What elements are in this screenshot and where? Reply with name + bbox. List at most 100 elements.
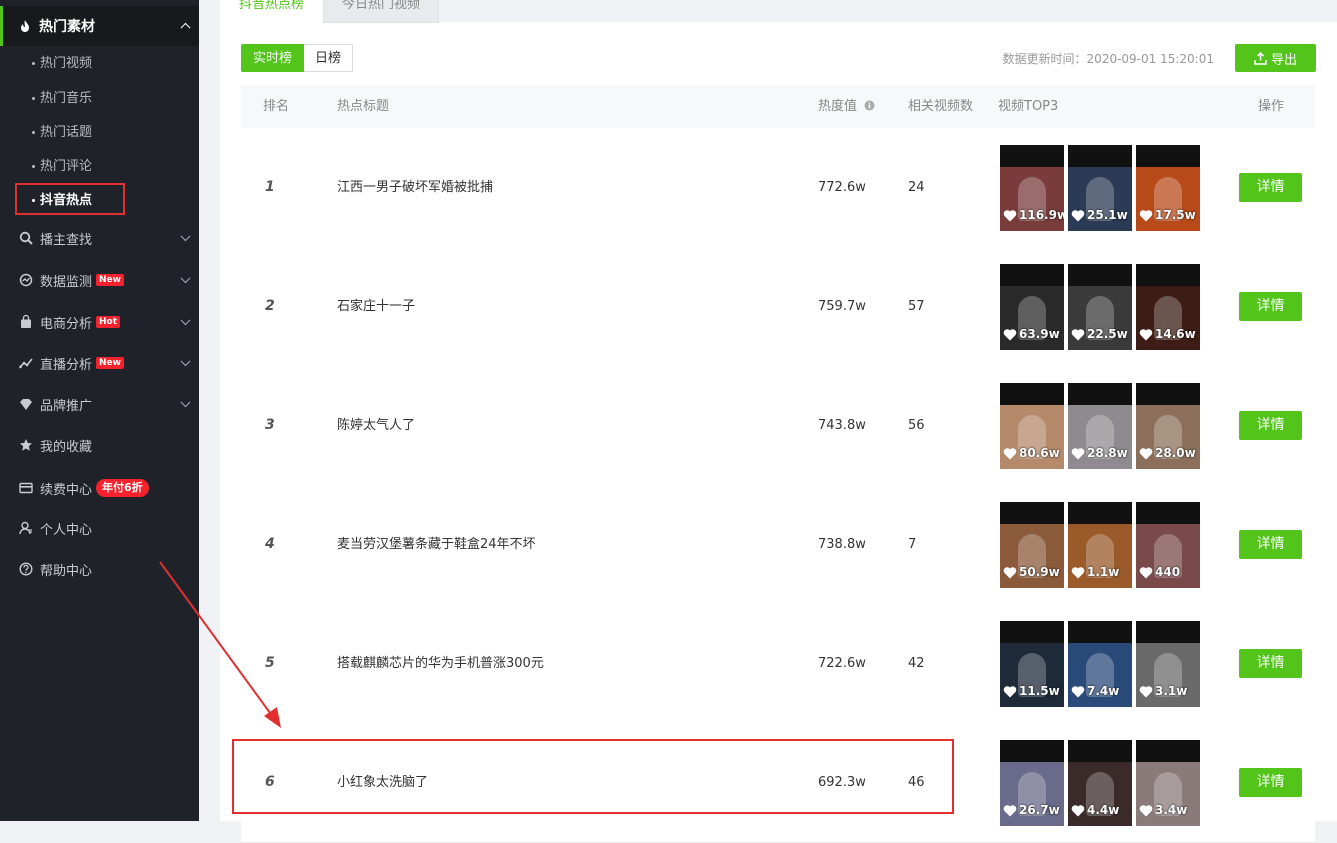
detail-button[interactable]: 详情 [1239,768,1302,797]
video-thumbnail[interactable]: 3.1w [1136,621,1200,707]
hot-topic-title[interactable]: 麦当劳汉堡薯条藏于鞋盒24年不坏 [337,485,536,604]
video-thumbnail[interactable]: 3.4w [1136,740,1200,826]
chevron-down-icon [180,273,191,284]
video-likes: 3.1w [1139,684,1187,698]
detail-button[interactable]: 详情 [1239,530,1302,559]
realtime-ranking-button[interactable]: 实时榜 [241,44,305,72]
menu-item-renewal-center[interactable]: 续费中心 年付6折 [0,473,199,503]
hot-topic-title[interactable]: 江西一男子破坏军婚被批捕 [337,128,493,247]
detail-button[interactable]: 详情 [1239,173,1302,202]
thumbnail-caption-band [1000,621,1064,643]
chevron-down-icon [180,315,191,326]
menu-item-label: 直播分析 [40,357,93,373]
video-thumbnail[interactable]: 1.1w [1068,502,1132,588]
thumbnail-caption-band [1136,264,1200,286]
video-likes: 28.8w [1071,446,1128,460]
header-video-top3: 视频TOP3 [998,99,1059,114]
video-thumbnail[interactable]: 26.7w [1000,740,1064,826]
video-likes: 440 [1139,565,1180,579]
ranking-switch: 实时榜 日榜 [241,44,354,72]
video-thumbnail[interactable]: 440 [1136,502,1200,588]
heart-icon [1003,328,1017,340]
video-likes: 4.4w [1071,803,1119,817]
sub-item-hot-music[interactable]: 热门音乐 [32,89,92,109]
sub-item-hot-videos[interactable]: 热门视频 [32,54,92,74]
video-likes: 116.9w [1003,208,1064,222]
video-thumbnail[interactable]: 4.4w [1068,740,1132,826]
heat-value: 772.6w [818,180,866,195]
thumbnail-caption-band [1000,740,1064,762]
video-likes: 7.4w [1071,684,1119,698]
video-top3: 116.9w 25.1w 17.5w [1000,145,1204,231]
menu-item-brand-promotion[interactable]: 品牌推广 [0,389,199,419]
tab-douyin-hot-ranking[interactable]: 抖音热点榜 [220,0,324,23]
detail-button[interactable]: 详情 [1239,411,1302,440]
help-icon [18,561,34,577]
heart-icon [1071,328,1085,340]
video-thumbnail[interactable]: 25.1w [1068,145,1132,231]
video-thumbnail[interactable]: 80.6w [1000,383,1064,469]
video-likes: 3.4w [1139,803,1187,817]
star-icon [18,437,34,453]
menu-item-ecommerce[interactable]: 电商分析 Hot [0,307,199,337]
header-heat: 热度值 [818,85,875,128]
table-header: 排名 热点标题 热度值 相关视频数 视频TOP3 操作 [241,85,1315,129]
video-thumbnail[interactable]: 63.9w [1000,264,1064,350]
menu-item-creator-search[interactable]: 播主查找 [0,223,199,253]
sub-item-hot-topics[interactable]: 热门话题 [32,123,92,143]
heart-icon [1071,447,1085,459]
menu-item-personal-center[interactable]: 个人中心 [0,513,199,543]
heart-icon [1071,566,1085,578]
thumbnail-caption-band [1000,145,1064,167]
heart-icon [1003,209,1017,221]
thumbnail-caption-band [1068,145,1132,167]
heat-value: 738.8w [818,537,866,552]
video-thumbnail[interactable]: 28.8w [1068,383,1132,469]
heart-icon [1139,447,1153,459]
menu-item-label: 品牌推广 [40,398,93,414]
video-thumbnail[interactable]: 7.4w [1068,621,1132,707]
table-row: 5 搭载麒麟芯片的华为手机普涨300元 722.6w 42 11.5w 7.4w… [241,604,1315,724]
video-count: 7 [908,537,917,552]
sub-item-label: 热门评论 [40,159,93,174]
sub-item-hot-comments[interactable]: 热门评论 [32,157,92,177]
thumbnail-caption-band [1068,740,1132,762]
video-likes: 11.5w [1003,684,1060,698]
rank-number: 3 [265,417,275,433]
video-thumbnail[interactable]: 50.9w [1000,502,1064,588]
thumbnail-caption-band [1068,502,1132,524]
header-video-count: 相关视频数 [908,99,974,114]
video-thumbnail[interactable]: 11.5w [1000,621,1064,707]
video-thumbnail[interactable]: 22.5w [1068,264,1132,350]
detail-button[interactable]: 详情 [1239,649,1302,678]
menu-item-live-analysis[interactable]: 直播分析 New [0,348,199,378]
video-likes: 14.6w [1139,327,1196,341]
heart-icon [1139,328,1153,340]
heart-icon [1071,209,1085,221]
video-thumbnail[interactable]: 14.6w [1136,264,1200,350]
hot-topic-title[interactable]: 搭载麒麟芯片的华为手机普涨300元 [337,604,544,723]
detail-button[interactable]: 详情 [1239,292,1302,321]
video-thumbnail[interactable]: 17.5w [1136,145,1200,231]
highlight-box-sidebar [15,183,125,215]
export-button[interactable]: 导出 [1235,44,1316,72]
menu-item-favorites[interactable]: 我的收藏 [0,430,199,460]
menu-item-help-center[interactable]: 帮助中心 [0,554,199,584]
video-likes: 1.1w [1071,565,1119,579]
video-thumbnail[interactable]: 116.9w [1000,145,1064,231]
video-thumbnail[interactable]: 28.0w [1136,383,1200,469]
video-top3: 11.5w 7.4w 3.1w [1000,621,1204,707]
content-panel: 实时榜 日榜 数据更新时间：2020-09-01 15:20:01 导出 排名 … [220,22,1337,843]
heart-icon [1139,209,1153,221]
rank-number: 4 [265,536,275,552]
daily-ranking-button[interactable]: 日榜 [304,44,354,72]
hot-topic-title[interactable]: 石家庄十一子 [337,247,415,366]
highlight-box-row [232,739,954,814]
tab-today-hot-videos[interactable]: 今日热门视频 [323,0,440,23]
menu-group-hot-materials[interactable]: 热门素材 [0,6,199,46]
thumbnail-caption-band [1068,264,1132,286]
sidebar: 热门素材 热门视频 热门音乐 热门话题 热门评论 抖音热点 播主查找 数据监测 … [0,0,199,821]
menu-item-data-monitor[interactable]: 数据监测 New [0,265,199,295]
hot-topic-title[interactable]: 陈婷太气人了 [337,366,415,485]
menu-item-label: 续费中心 [40,482,93,498]
